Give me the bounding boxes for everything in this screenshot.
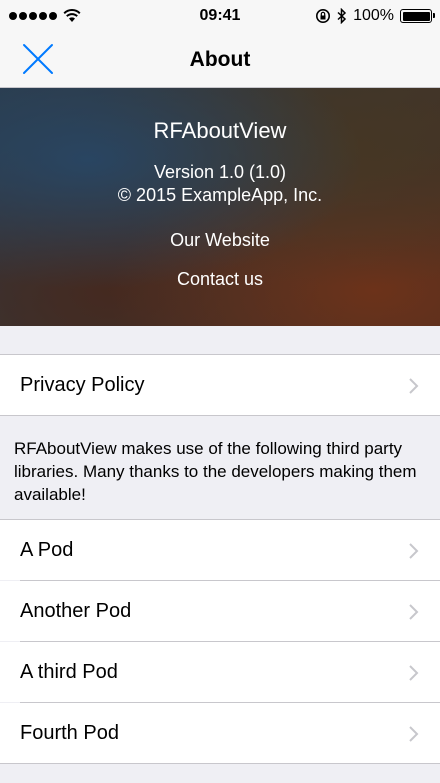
- list-item-pod[interactable]: Fourth Pod: [0, 703, 440, 763]
- list-item-pod[interactable]: Another Pod: [0, 581, 440, 641]
- list-item-pod[interactable]: A third Pod: [0, 642, 440, 702]
- acknowledgements-notice: RFAboutView makes use of the following t…: [14, 439, 417, 504]
- status-bar: 09:41 100%: [0, 0, 440, 32]
- page-title: About: [189, 47, 251, 71]
- status-left: [9, 9, 81, 23]
- chevron-right-icon: [409, 665, 419, 681]
- copyright-text: © 2015 ExampleApp, Inc.: [117, 185, 323, 205]
- website-link[interactable]: Our Website: [0, 230, 440, 251]
- signal-icon: [9, 12, 57, 20]
- chevron-right-icon: [409, 378, 419, 394]
- privacy-policy-cell[interactable]: Privacy Policy: [0, 355, 440, 415]
- app-version: Version 1.0 (1.0): [153, 162, 287, 182]
- chevron-right-icon: [409, 543, 419, 559]
- contact-link[interactable]: Contact us: [0, 269, 440, 290]
- pod-label: Another Pod: [20, 599, 132, 622]
- wifi-icon: [63, 9, 81, 22]
- separator: [0, 415, 440, 416]
- status-right: 100%: [315, 7, 435, 25]
- rotation-lock-icon: [316, 9, 331, 23]
- privacy-policy-label: Privacy Policy: [20, 373, 145, 396]
- chevron-right-icon: [409, 726, 419, 742]
- about-header: RFAboutView Version 1.0 (1.0) © 2015 Exa…: [0, 88, 440, 326]
- pod-label: A Pod: [20, 538, 74, 561]
- pod-label: Fourth Pod: [20, 721, 119, 744]
- nav-bar: About: [0, 32, 440, 88]
- bluetooth-icon: [337, 8, 347, 24]
- app-name: RFAboutView: [153, 118, 287, 143]
- battery-icon: [400, 9, 435, 23]
- separator: [0, 763, 440, 764]
- battery-percentage: 100%: [353, 7, 394, 24]
- chevron-right-icon: [409, 604, 419, 620]
- close-icon[interactable]: [20, 41, 56, 77]
- pod-label: A third Pod: [20, 660, 118, 683]
- list-item-pod[interactable]: A Pod: [0, 520, 440, 580]
